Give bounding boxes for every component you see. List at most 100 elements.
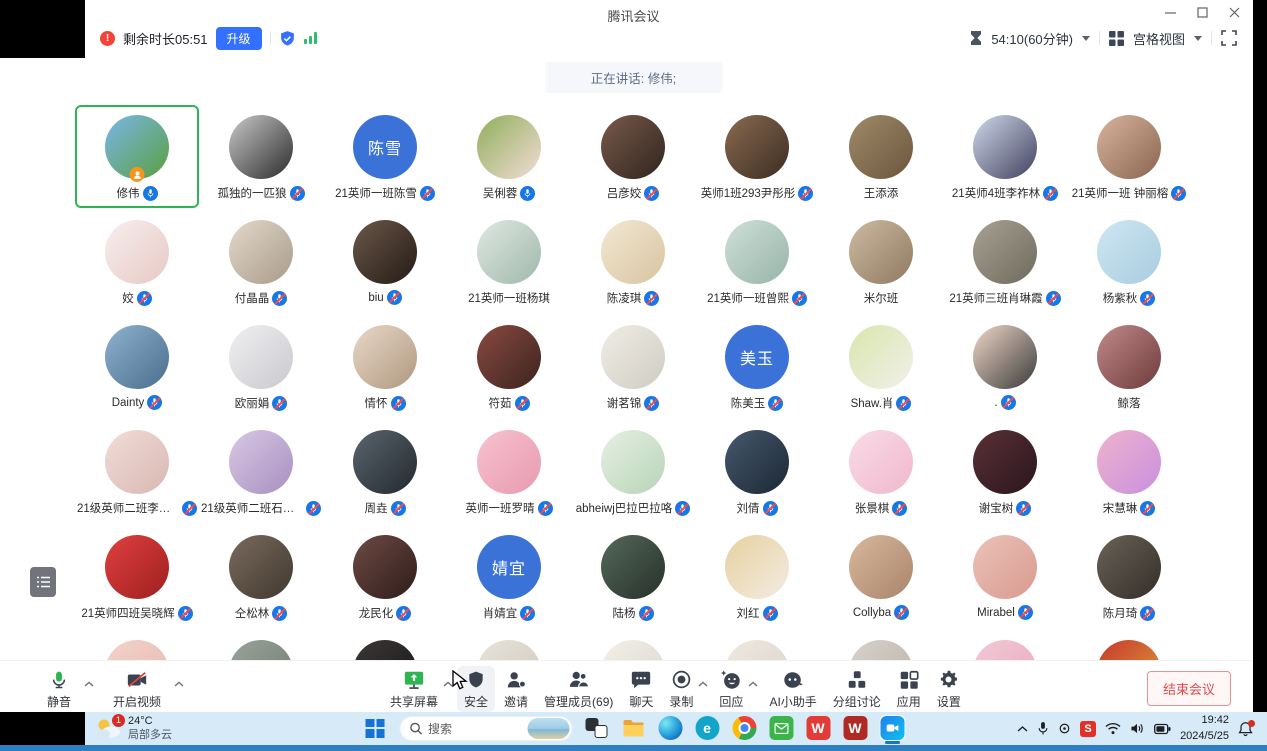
record-button[interactable]: 录制 [662,666,700,712]
participant-tile[interactable]: 谢茗锦 [571,315,695,418]
taskbar-app-wps-office[interactable]: W [842,715,868,741]
start-video-button[interactable]: 开启视频 [106,666,168,712]
participant-tile[interactable]: Collyba [819,525,943,628]
participant-tile[interactable]: 刘红 [695,525,819,628]
participant-tile[interactable]: 欧丽娟 [199,315,323,418]
manage-members-button[interactable]: 管理成员(69) [537,666,620,712]
participant-tile[interactable]: 修伟 [75,105,199,208]
participant-tile[interactable]: 美玉 陈美玉 [695,315,819,418]
participant-tile[interactable]: 刘倩 [695,420,819,523]
share-options-caret[interactable] [443,674,453,692]
duration-dropdown-caret[interactable] [1082,36,1090,41]
participant-tile[interactable]: 王添添 [819,105,943,208]
participant-tile[interactable]: 21级英师二班石岁税 [199,420,323,523]
share-screen-button[interactable]: 共享屏幕 [383,666,445,712]
view-mode-label[interactable]: 宫格视图 [1133,29,1185,48]
participant-tile[interactable]: 周垚 [323,420,447,523]
record-options-caret[interactable] [698,674,708,692]
participant-tile[interactable]: 吴俐蓉 [447,105,571,208]
participant-tile[interactable]: 21级英师二班李梦思 [75,420,199,523]
apps-button[interactable]: 应用 [890,666,928,712]
participant-tile[interactable]: 张景棋 [819,420,943,523]
volume-icon[interactable] [1130,722,1145,735]
participant-tile[interactable]: 吕彦姣 [571,105,695,208]
participant-tile[interactable]: 陈雪 21英师一班陈雪 [323,105,447,208]
reaction-options-caret[interactable] [748,674,758,692]
mute-options-caret[interactable] [84,674,94,692]
minimize-button[interactable] [1161,3,1179,21]
participant-tile[interactable]: 鲸落 [1067,315,1191,418]
security-button[interactable]: 安全 [457,666,495,712]
network-signal-icon[interactable] [304,32,317,44]
tray-expand-icon[interactable] [1017,725,1028,732]
taskbar-app-mail[interactable] [768,715,794,741]
video-options-caret[interactable] [174,674,184,692]
participant-tile[interactable]: . [943,315,1067,418]
participant-tile[interactable]: 陈凌琪 [571,210,695,313]
tray-mic-icon[interactable] [1037,721,1049,736]
weather-widget[interactable]: 1 24°C 局部多云 [94,715,172,743]
mic-status-icon [644,396,659,411]
speaking-label: 正在讲话: 修伟; [591,72,676,86]
member-list-toggle[interactable] [30,567,56,597]
fullscreen-icon[interactable] [1221,30,1237,46]
participant-tile[interactable]: 21英师4班李祚林 [943,105,1067,208]
participant-tile[interactable]: abheiwj巴拉巴拉咯 [571,420,695,523]
participant-tile[interactable]: 婧宜 肖婧宜 [447,525,571,628]
tray-device-icon[interactable] [1058,722,1071,735]
notification-bell-icon[interactable] [1238,721,1253,737]
participant-tile[interactable]: 付晶晶 [199,210,323,313]
settings-button[interactable]: 设置 [930,666,968,712]
mute-button[interactable]: 静音 [40,666,78,712]
maximize-button[interactable] [1193,3,1211,21]
security-shield-icon[interactable] [279,30,296,47]
taskbar-search-input[interactable]: 搜索 [399,716,572,741]
participant-tile[interactable]: 孤独的一匹狼 [199,105,323,208]
upgrade-button[interactable]: 升级 [216,27,262,50]
participant-tile[interactable]: Mirabel [943,525,1067,628]
participant-tile[interactable]: 仝松林 [199,525,323,628]
taskbar-app-file-explorer[interactable] [620,715,646,741]
taskbar-app-edge[interactable] [657,715,683,741]
taskbar-app-tencent-meeting[interactable] [879,715,905,741]
participant-tile[interactable]: 杨紫秋 [1067,210,1191,313]
participant-tile[interactable]: Shaw.肖 [819,315,943,418]
participant-tile[interactable]: 陆杨 [571,525,695,628]
participant-tile[interactable]: 21英师四班吴晓辉 [75,525,199,628]
sogou-ime-icon[interactable]: S [1080,721,1096,737]
participant-tile[interactable]: 英师一班罗晴 [447,420,571,523]
taskbar-clock[interactable]: 19:42 2024/5/25 [1180,713,1229,744]
taskbar-app-chrome[interactable] [731,715,757,741]
participant-tile[interactable]: 英师1班293尹彤彤 [695,105,819,208]
participant-tile[interactable]: biu [323,210,447,313]
participant-tile[interactable]: 谢宝树 [943,420,1067,523]
list-icon [37,576,50,588]
chat-button[interactable]: 聊天 [622,666,660,712]
participant-tile[interactable]: 姣 [75,210,199,313]
participant-tile[interactable]: 米尔班 [819,210,943,313]
participant-tile[interactable]: Dainty [75,315,199,418]
start-button[interactable] [362,715,388,741]
reaction-button[interactable]: 回应 [712,666,750,712]
taskbar-app-wps-writer[interactable]: W [805,715,831,741]
participant-tile[interactable]: 21英师三班肖琳霞 [943,210,1067,313]
participant-tile[interactable]: 宋慧琳 [1067,420,1191,523]
participant-tile[interactable]: 陈月琦 [1067,525,1191,628]
close-button[interactable] [1225,3,1243,21]
participant-tile[interactable]: 情怀 [323,315,447,418]
wifi-icon[interactable] [1105,722,1121,735]
invite-button[interactable]: 邀请 [497,666,535,712]
participant-tile[interactable]: 21英师一班曾熙 [695,210,819,313]
participant-tile[interactable]: 龙民化 [323,525,447,628]
taskbar-app-browser[interactable]: e [694,715,720,741]
battery-icon[interactable] [1154,723,1171,735]
participant-tile[interactable]: 21英师一班杨琪 [447,210,571,313]
ai-assistant-button[interactable]: AI小助手 [762,666,823,712]
breakout-rooms-button[interactable]: 分组讨论 [826,666,888,712]
participant-tile[interactable]: 符茹 [447,315,571,418]
task-view-button[interactable] [583,715,609,741]
view-mode-dropdown-caret[interactable] [1194,36,1202,41]
desktop-edge-top-left [0,0,85,58]
participant-tile[interactable]: 21英师一班 钟丽榕 [1067,105,1191,208]
end-meeting-button[interactable]: 结束会议 [1147,671,1231,706]
